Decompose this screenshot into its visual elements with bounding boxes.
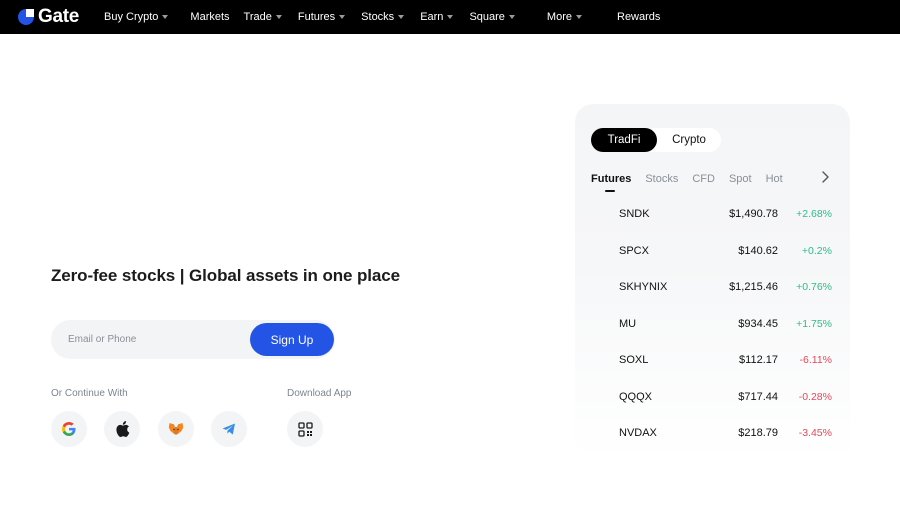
- nav-item-more[interactable]: More: [547, 0, 582, 34]
- segment-tradfi[interactable]: TradFi: [591, 128, 657, 152]
- market-row[interactable]: SPCX $140.62 +0.2%: [575, 233, 850, 270]
- market-tabs: Futures Stocks CFD Spot Hot: [591, 167, 797, 192]
- row-price: $934.45: [738, 317, 778, 330]
- nav-item-label: Stocks: [361, 11, 395, 23]
- metamask-login-button[interactable]: [158, 411, 194, 447]
- row-price: $1,215.46: [729, 281, 778, 294]
- caret-down-icon: [575, 15, 582, 19]
- email-phone-input[interactable]: [51, 320, 251, 359]
- nav-item-square[interactable]: Square: [469, 0, 515, 34]
- caret-down-icon: [398, 15, 405, 19]
- market-row[interactable]: SOXL $112.17 -6.11%: [575, 342, 850, 379]
- apple-login-button[interactable]: [104, 411, 140, 447]
- caret-down-icon: [339, 15, 346, 19]
- market-row[interactable]: SKHYNIX $1,215.46 +0.76%: [575, 269, 850, 306]
- metamask-icon: [168, 423, 184, 435]
- row-change: -3.45%: [798, 427, 832, 440]
- row-price: $717.44: [738, 390, 778, 403]
- nav-item-buy-crypto[interactable]: Buy Crypto: [104, 0, 169, 34]
- row-change: -0.28%: [798, 390, 832, 403]
- row-symbol: SPCX: [619, 244, 649, 257]
- continue-with-label: Or Continue With: [51, 388, 128, 399]
- nav-item-earn[interactable]: Earn: [420, 0, 454, 34]
- tab-cfd[interactable]: CFD: [692, 173, 715, 185]
- hero-headline: Zero-fee stocks | Global assets in one p…: [51, 266, 400, 285]
- row-change: +0.76%: [796, 281, 832, 294]
- sign-up-button[interactable]: Sign Up: [250, 323, 334, 356]
- tab-hot[interactable]: Hot: [766, 173, 783, 185]
- telegram-login-button[interactable]: [211, 411, 247, 447]
- nav-item-label: Trade: [243, 11, 272, 23]
- google-login-button[interactable]: [51, 411, 87, 447]
- caret-down-icon: [447, 15, 454, 19]
- nav-item-stocks[interactable]: Stocks: [361, 0, 405, 34]
- row-symbol: MU: [619, 317, 637, 330]
- market-segment-toggle: TradFi Crypto: [591, 128, 721, 152]
- signup-form: Sign Up: [51, 320, 335, 359]
- row-symbol: NVDAX: [619, 427, 657, 440]
- row-symbol: SKHYNIX: [619, 281, 668, 294]
- caret-down-icon: [275, 15, 282, 19]
- chevron-right-icon[interactable]: [820, 170, 830, 184]
- caret-down-icon: [162, 15, 169, 19]
- row-price: $218.79: [738, 427, 778, 440]
- caret-down-icon: [508, 15, 515, 19]
- tab-stocks[interactable]: Stocks: [645, 173, 678, 185]
- nav-item-markets[interactable]: Markets: [190, 0, 229, 34]
- nav-menu: Buy Crypto Markets Trade Futures Stocks …: [104, 0, 582, 34]
- download-app-label: Download App: [287, 388, 352, 399]
- gate-logo[interactable]: Gate: [16, 6, 79, 28]
- row-price: $1,490.78: [729, 208, 778, 221]
- gate-logo-icon: [18, 9, 34, 25]
- nav-rewards-link[interactable]: Rewards: [617, 0, 660, 34]
- apple-icon: [115, 421, 129, 437]
- row-price: $112.17: [739, 354, 778, 367]
- tab-futures[interactable]: Futures: [591, 173, 631, 192]
- nav-item-label: Markets: [190, 11, 230, 23]
- row-symbol: SNDK: [619, 208, 650, 221]
- market-card: TradFi Crypto Futures Stocks CFD Spot Ho…: [575, 104, 850, 460]
- tab-spot[interactable]: Spot: [729, 173, 752, 185]
- nav-item-futures[interactable]: Futures: [297, 0, 346, 34]
- download-app-button[interactable]: [287, 411, 323, 447]
- row-change: +2.68%: [796, 208, 832, 221]
- market-row[interactable]: NVDAX $218.79 -3.45%: [575, 415, 850, 452]
- row-change: -6.11%: [799, 354, 833, 367]
- telegram-icon: [222, 423, 235, 435]
- nav-item-label: Earn: [420, 11, 444, 23]
- market-row[interactable]: QQQX $717.44 -0.28%: [575, 379, 850, 416]
- qr-code-icon: [297, 421, 313, 437]
- nav-item-trade[interactable]: Trade: [244, 0, 282, 34]
- segment-crypto[interactable]: Crypto: [657, 128, 721, 152]
- row-symbol: QQQX: [619, 390, 653, 403]
- row-change: +0.2%: [801, 244, 832, 257]
- top-nav: Gate Buy Crypto Markets Trade Futures St…: [0, 0, 900, 34]
- nav-item-label: Futures: [297, 11, 336, 23]
- market-row[interactable]: MU $934.45 +1.75%: [575, 306, 850, 343]
- nav-item-label: Buy Crypto: [104, 11, 159, 23]
- google-icon: [62, 422, 76, 436]
- row-price: $140.62: [738, 244, 778, 257]
- row-change: +1.75%: [796, 317, 832, 330]
- market-row[interactable]: SNDK $1,490.78 +2.68%: [575, 196, 850, 233]
- logo-text: Gate: [38, 6, 80, 27]
- row-symbol: SOXL: [619, 354, 649, 367]
- nav-item-label: Square: [469, 11, 505, 23]
- market-list: SNDK $1,490.78 +2.68% SPCX $140.62 +0.2%…: [575, 196, 850, 452]
- nav-item-label: More: [546, 11, 572, 23]
